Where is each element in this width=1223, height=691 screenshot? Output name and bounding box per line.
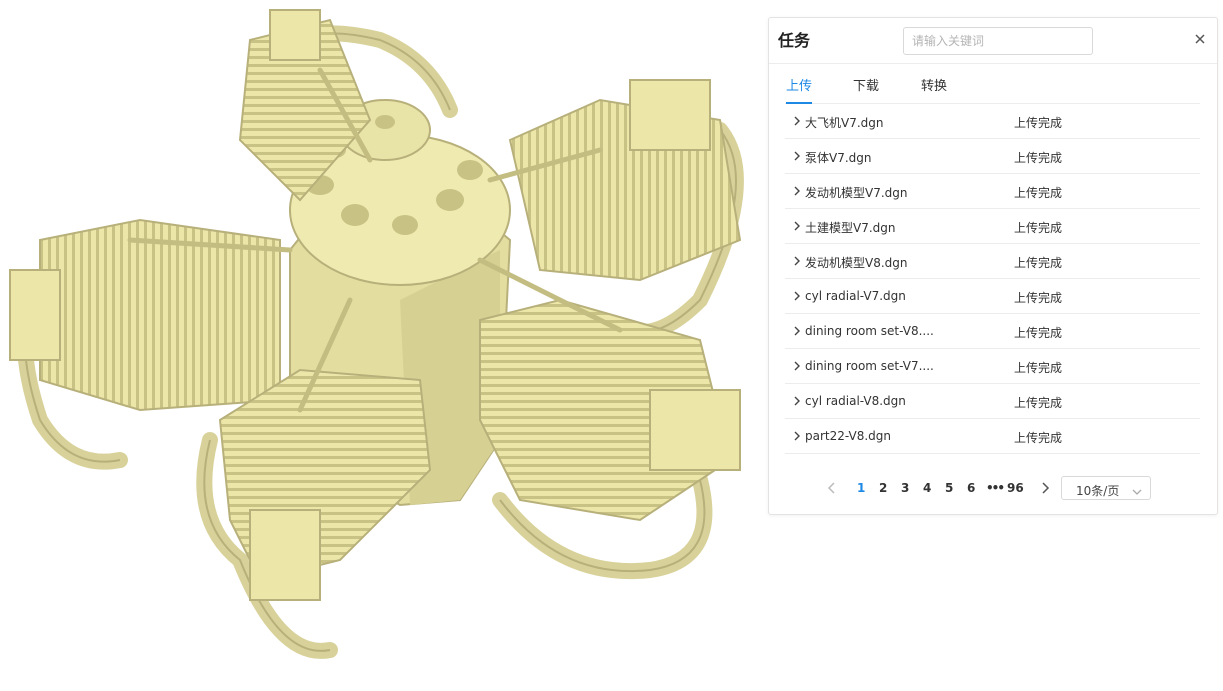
page-ellipsis[interactable]: ••• bbox=[986, 481, 1005, 495]
page-size-label: 10条/页 bbox=[1076, 484, 1120, 498]
task-file-name: 发动机模型V7.dgn bbox=[805, 186, 908, 200]
task-row[interactable]: 泵体V7.dgn 上传完成 bbox=[785, 139, 1200, 174]
file-list: 大飞机V7.dgn 上传完成 泵体V7.dgn 上传完成 发动机模型V7.dgn 上传完成… bbox=[785, 104, 1200, 454]
task-tabs: 上传 下载 转换 bbox=[785, 64, 1200, 104]
page-2[interactable]: 2 bbox=[879, 481, 887, 495]
task-status: 上传完成 bbox=[1014, 326, 1063, 340]
task-row[interactable]: 大飞机V7.dgn 上传完成 bbox=[785, 104, 1200, 139]
page-5[interactable]: 5 bbox=[945, 481, 953, 495]
chevron-right-icon[interactable] bbox=[793, 430, 801, 442]
model-viewer[interactable] bbox=[0, 0, 760, 687]
task-file-name: cyl radial-V8.dgn bbox=[805, 394, 906, 408]
chevron-right-icon[interactable] bbox=[793, 255, 801, 267]
task-panel: 任务 上传 下载 转换 大飞机V7.dgn上传完成泵体V7.dgn上传完成发动机… bbox=[768, 17, 1218, 515]
task-row[interactable]: part22-V8.dgn 上传完成 bbox=[785, 419, 1200, 454]
page-size-select[interactable]: 10条/页 bbox=[1061, 476, 1151, 500]
tab-download[interactable]: 下载 bbox=[853, 75, 879, 102]
task-status: 上传完成 bbox=[1014, 151, 1063, 165]
task-status: 上传完成 bbox=[1014, 116, 1063, 130]
task-row[interactable]: dining room set-V8.... 上传完成 bbox=[785, 314, 1200, 349]
task-status: 上传完成 bbox=[1014, 256, 1063, 270]
chevron-right-icon[interactable] bbox=[793, 290, 801, 302]
page-3[interactable]: 3 bbox=[901, 481, 909, 495]
pagination: 1 2 3 4 5 6 ••• 96 10条/页 bbox=[769, 476, 1217, 502]
chevron-right-icon[interactable] bbox=[793, 395, 801, 407]
chevron-down-icon bbox=[1132, 485, 1142, 495]
tab-convert[interactable]: 转换 bbox=[921, 75, 947, 102]
page-96[interactable]: 96 bbox=[1007, 481, 1024, 495]
task-status: 上传完成 bbox=[1014, 431, 1063, 445]
task-file-name: 大飞机V7.dgn bbox=[805, 116, 884, 130]
prev-page-icon[interactable] bbox=[827, 482, 837, 494]
next-page-icon[interactable] bbox=[1040, 482, 1050, 494]
task-status: 上传完成 bbox=[1014, 186, 1063, 200]
task-file-name: part22-V8.dgn bbox=[805, 429, 892, 443]
chevron-right-icon[interactable] bbox=[793, 150, 801, 162]
page-1[interactable]: 1 bbox=[857, 481, 865, 495]
panel-title: 任务 bbox=[778, 31, 811, 50]
task-file-name: 泵体V7.dgn bbox=[805, 151, 872, 165]
search-input[interactable] bbox=[903, 27, 1093, 55]
task-row[interactable]: 土建模型V7.dgn 上传完成 bbox=[785, 209, 1200, 244]
chevron-right-icon[interactable] bbox=[793, 220, 801, 232]
task-file-name: cyl radial-V7.dgn bbox=[805, 289, 906, 303]
tab-upload[interactable]: 上传 bbox=[786, 75, 813, 104]
page-4[interactable]: 4 bbox=[923, 481, 931, 495]
task-file-name: 土建模型V7.dgn bbox=[805, 221, 896, 235]
task-status: 上传完成 bbox=[1014, 221, 1063, 235]
panel-header: 任务 bbox=[769, 18, 1217, 64]
task-row[interactable]: cyl radial-V8.dgn 上传完成 bbox=[785, 384, 1200, 419]
task-status: 上传完成 bbox=[1014, 396, 1063, 410]
task-row[interactable]: 发动机模型V7.dgn 上传完成 bbox=[785, 174, 1200, 209]
task-status: 上传完成 bbox=[1014, 361, 1063, 375]
chevron-right-icon[interactable] bbox=[793, 185, 801, 197]
close-icon[interactable] bbox=[1192, 31, 1208, 47]
task-file-name: dining room set-V8.... bbox=[805, 324, 934, 338]
radial-engine-model[interactable] bbox=[0, 0, 760, 687]
task-row[interactable]: cyl radial-V7.dgn 上传完成 bbox=[785, 279, 1200, 314]
task-row[interactable]: 发动机模型V8.dgn 上传完成 bbox=[785, 244, 1200, 279]
task-file-name: 发动机模型V8.dgn bbox=[805, 256, 908, 270]
page-6[interactable]: 6 bbox=[967, 481, 975, 495]
task-file-name: dining room set-V7.... bbox=[805, 359, 934, 373]
task-status: 上传完成 bbox=[1014, 291, 1063, 305]
chevron-right-icon[interactable] bbox=[793, 115, 801, 127]
chevron-right-icon[interactable] bbox=[793, 325, 801, 337]
task-row[interactable]: dining room set-V7.... 上传完成 bbox=[785, 349, 1200, 384]
chevron-right-icon[interactable] bbox=[793, 360, 801, 372]
